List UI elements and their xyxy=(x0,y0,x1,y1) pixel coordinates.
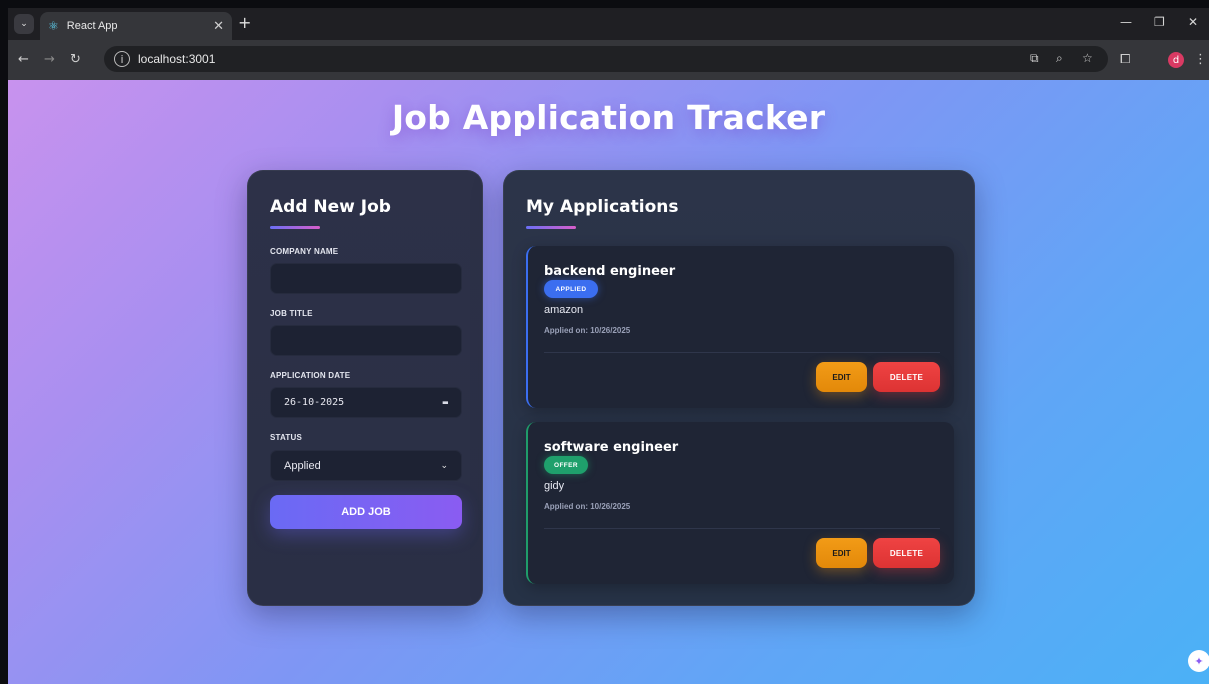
close-window-icon[interactable]: ✕ xyxy=(1188,15,1198,29)
chevron-down-icon: ⌄ xyxy=(440,460,448,470)
job-title-input[interactable] xyxy=(270,325,462,356)
forward-icon[interactable]: → xyxy=(44,52,55,67)
tab-search-chevron-icon[interactable]: ⌄ xyxy=(14,14,34,34)
form-heading: Add New Job xyxy=(270,197,391,217)
application-date-input[interactable]: 26-10-2025 ▬ xyxy=(270,387,462,418)
heading-underline xyxy=(270,226,320,229)
company-name-input[interactable] xyxy=(270,263,462,294)
react-favicon-icon: ⚛ xyxy=(48,19,59,33)
applications-panel: My Applications backend engineer APPLIED… xyxy=(503,170,975,606)
profile-avatar[interactable]: d xyxy=(1168,52,1184,68)
status-selected-value: Applied xyxy=(284,459,321,472)
status-badge: OFFER xyxy=(544,456,588,474)
new-tab-icon[interactable]: + xyxy=(238,13,251,32)
job-title: software engineer xyxy=(544,440,679,455)
edit-button[interactable]: EDIT xyxy=(816,362,867,392)
application-date-label: APPLICATION DATE xyxy=(270,371,351,380)
status-badge: APPLIED xyxy=(544,280,598,298)
zoom-icon[interactable]: ⌕ xyxy=(1056,51,1063,66)
page-title: Job Application Tracker xyxy=(391,98,826,137)
site-info-icon[interactable]: i xyxy=(114,51,130,67)
url-text: localhost:3001 xyxy=(138,52,216,66)
job-card: backend engineer APPLIED amazon Applied … xyxy=(526,246,954,408)
back-icon[interactable]: ← xyxy=(18,52,29,67)
cast-icon[interactable]: ⧉ xyxy=(1030,51,1039,66)
job-card: software engineer OFFER gidy Applied on:… xyxy=(526,422,954,584)
tab-title: React App xyxy=(66,20,118,32)
page-viewport: Job Application Tracker Add New Job COMP… xyxy=(8,80,1209,684)
close-tab-icon[interactable]: ✕ xyxy=(213,19,224,34)
add-job-form: Add New Job COMPANY NAME JOB TITLE APPLI… xyxy=(247,170,483,606)
company-name: gidy xyxy=(544,480,565,492)
applied-date: Applied on: 10/26/2025 xyxy=(544,326,631,335)
delete-button[interactable]: DELETE xyxy=(873,538,940,568)
card-divider xyxy=(544,352,940,353)
extensions-icon[interactable]: ⧠ xyxy=(1120,52,1130,67)
status-select[interactable]: Applied ⌄ xyxy=(270,450,462,481)
edit-button[interactable]: EDIT xyxy=(816,538,867,568)
omnibox[interactable]: i localhost:3001 ⧉ ⌕ ☆ xyxy=(104,46,1108,72)
bookmark-star-icon[interactable]: ☆ xyxy=(1082,51,1093,65)
job-title-label: JOB TITLE xyxy=(270,309,313,318)
applications-heading: My Applications xyxy=(526,197,679,217)
applied-date: Applied on: 10/26/2025 xyxy=(544,502,631,511)
calendar-icon[interactable]: ▬ xyxy=(443,398,448,408)
date-value: 26-10-2025 xyxy=(284,397,345,408)
restore-icon[interactable]: ❐ xyxy=(1154,15,1165,29)
assistant-extension-icon[interactable]: ✦ xyxy=(1188,650,1209,672)
company-name: amazon xyxy=(544,304,584,316)
add-job-button[interactable]: ADD JOB xyxy=(270,495,462,529)
minimize-icon[interactable]: — xyxy=(1120,15,1132,29)
heading-underline xyxy=(526,226,576,229)
card-divider xyxy=(544,528,940,529)
status-label: STATUS xyxy=(270,433,303,442)
browser-menu-icon[interactable]: ⋮ xyxy=(1194,52,1207,67)
delete-button[interactable]: DELETE xyxy=(873,362,940,392)
company-name-label: COMPANY NAME xyxy=(270,247,339,256)
job-title: backend engineer xyxy=(544,264,676,279)
address-bar-row: ← → ↻ i localhost:3001 ⧉ ⌕ ☆ ⧠ d ⋮ xyxy=(8,40,1209,80)
browser-tab[interactable]: ⚛ React App ✕ xyxy=(40,12,232,40)
browser-tab-bar: ⌄ ⚛ React App ✕ + — ❐ ✕ xyxy=(8,8,1209,40)
reload-icon[interactable]: ↻ xyxy=(70,52,81,67)
